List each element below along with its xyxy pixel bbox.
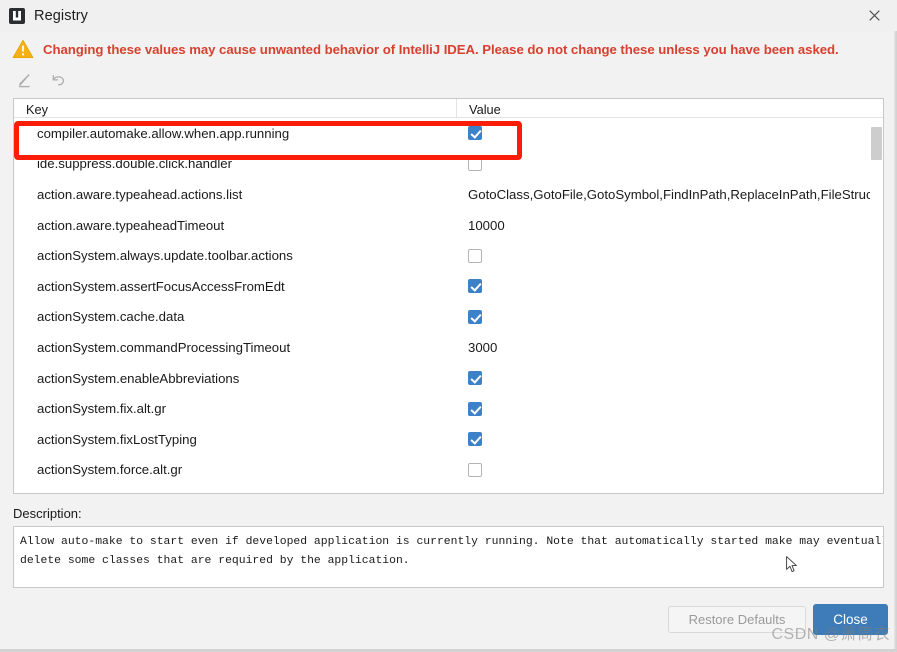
checkbox-checked[interactable] (468, 310, 482, 324)
column-header-value[interactable]: Value (457, 99, 883, 117)
registry-toolbar (0, 66, 897, 94)
table-row[interactable]: actionSystem.fix.alt.gr (14, 393, 883, 424)
registry-value-cell[interactable] (457, 126, 883, 140)
restore-defaults-button[interactable]: Restore Defaults (668, 606, 806, 633)
table-scrollbar-thumb[interactable] (871, 127, 882, 160)
warning-triangle-icon (12, 39, 34, 59)
table-scrollbar[interactable] (870, 118, 883, 493)
registry-value-cell[interactable] (457, 432, 883, 446)
registry-value-cell[interactable]: GotoClass,GotoFile,GotoSymbol,FindInPath… (457, 187, 883, 202)
table-row[interactable]: ide.suppress.double.click.handler (14, 149, 883, 180)
registry-key-cell: ide.suppress.double.click.handler (14, 156, 457, 171)
registry-key-cell: action.aware.typeaheadTimeout (14, 218, 457, 233)
pencil-edit-glyph (16, 72, 33, 89)
checkbox-checked[interactable] (468, 371, 482, 385)
checkbox-unchecked[interactable] (468, 249, 482, 263)
registry-value-cell[interactable] (457, 249, 883, 263)
registry-value-cell[interactable] (457, 371, 883, 385)
table-row[interactable]: action.aware.typeaheadTimeout 10000 (14, 210, 883, 241)
checkbox-checked[interactable] (468, 126, 482, 140)
registry-dialog: Registry Changing these values may cause… (0, 0, 897, 652)
table-body: compiler.automake.allow.when.app.running… (14, 118, 883, 493)
registry-key-cell: actionSystem.enableAbbreviations (14, 371, 457, 386)
registry-value-cell[interactable]: 3000 (457, 340, 883, 355)
description-line-2: delete some classes that are required by… (20, 552, 875, 571)
registry-key-cell: actionSystem.fixLostTyping (14, 432, 457, 447)
revert-undo-icon[interactable] (48, 70, 68, 90)
idea-registry-icon (9, 8, 25, 24)
close-icon[interactable] (851, 0, 897, 31)
registry-value-cell[interactable] (457, 402, 883, 416)
table-row[interactable]: actionSystem.enableAbbreviations (14, 363, 883, 394)
table-row[interactable]: compiler.automake.allow.when.app.running (14, 118, 883, 149)
revert-undo-glyph (50, 72, 67, 89)
table-row[interactable]: actionSystem.always.update.toolbar.actio… (14, 240, 883, 271)
registry-key-cell: actionSystem.always.update.toolbar.actio… (14, 248, 457, 263)
registry-value-cell[interactable]: 10000 (457, 218, 883, 233)
registry-key-cell: actionSystem.force.alt.gr (14, 462, 457, 477)
table-row[interactable]: actionSystem.assertFocusAccessFromEdt (14, 271, 883, 302)
checkbox-checked[interactable] (468, 402, 482, 416)
title-bar: Registry (0, 0, 897, 32)
registry-value-text: 10000 (468, 218, 505, 233)
close-button[interactable]: Close (813, 604, 888, 635)
warning-banner: Changing these values may cause unwanted… (0, 32, 897, 66)
table-header-row: Key Value (14, 99, 883, 118)
registry-key-cell: action.aware.typeahead.actions.list (14, 187, 457, 202)
warning-triangle-glyph (12, 39, 34, 59)
column-header-key[interactable]: Key (14, 99, 457, 117)
registry-table: Key Value compiler.automake.allow.when.a… (13, 98, 884, 494)
description-label: Description: (13, 506, 897, 521)
dialog-footer: Restore Defaults Close (0, 588, 897, 652)
registry-value-text: 3000 (468, 340, 497, 355)
registry-key-cell: actionSystem.commandProcessingTimeout (14, 340, 457, 355)
close-glyph (869, 10, 880, 21)
window-title: Registry (34, 8, 88, 24)
table-row[interactable]: actionSystem.commandProcessingTimeout 300… (14, 332, 883, 363)
warning-message: Changing these values may cause unwanted… (43, 42, 839, 57)
checkbox-checked[interactable] (468, 432, 482, 446)
registry-value-cell[interactable] (457, 279, 883, 293)
registry-key-cell: actionSystem.assertFocusAccessFromEdt (14, 279, 457, 294)
pencil-edit-icon[interactable] (14, 70, 34, 90)
table-row[interactable]: action.aware.typeahead.actions.list GotoC… (14, 179, 883, 210)
registry-value-cell[interactable] (457, 157, 883, 171)
registry-key-cell: actionSystem.cache.data (14, 309, 457, 324)
checkbox-checked[interactable] (468, 279, 482, 293)
description-line-1: Allow auto-make to start even if develop… (20, 533, 875, 552)
registry-key-cell: actionSystem.fix.alt.gr (14, 401, 457, 416)
registry-value-text: GotoClass,GotoFile,GotoSymbol,FindInPath… (468, 187, 873, 202)
description-text: Allow auto-make to start even if develop… (13, 526, 884, 588)
registry-value-cell[interactable] (457, 463, 883, 477)
checkbox-unchecked[interactable] (468, 463, 482, 477)
table-row[interactable]: actionSystem.cache.data (14, 302, 883, 333)
checkbox-unchecked[interactable] (468, 157, 482, 171)
registry-value-cell[interactable] (457, 310, 883, 324)
table-row[interactable]: actionSystem.fixLostTyping (14, 424, 883, 455)
table-row[interactable]: actionSystem.force.alt.gr (14, 455, 883, 486)
registry-key-cell: compiler.automake.allow.when.app.running (14, 126, 457, 141)
